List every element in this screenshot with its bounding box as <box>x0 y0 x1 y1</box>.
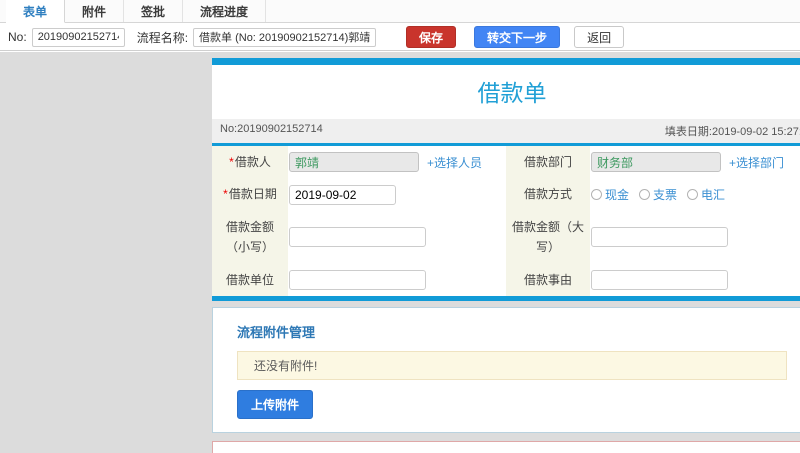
no-label: No: <box>8 30 27 44</box>
radio-icon[interactable] <box>639 189 651 201</box>
no-attachments-notice: 还没有附件! <box>237 350 787 380</box>
radio-option-wire[interactable]: 电汇 <box>687 186 725 203</box>
required-mark: * <box>223 187 228 202</box>
tab-bar: 表单 附件 签批 流程进度 <box>0 0 800 23</box>
panel-bottom-accent-bar <box>212 295 800 301</box>
amount-uppercase-input[interactable] <box>591 227 728 248</box>
borrow-date-field <box>288 178 506 211</box>
borrower-label: *借款人 <box>212 146 288 179</box>
doc-info-bar: No:20190902152714 填表日期:2019-09-02 15:27:… <box>212 119 800 143</box>
radio-icon[interactable] <box>687 189 699 201</box>
radio-icon[interactable] <box>591 189 602 201</box>
borrow-date-input[interactable] <box>289 184 396 205</box>
borrower-input[interactable] <box>289 152 419 173</box>
borrow-unit-field <box>288 263 506 296</box>
panel-top-accent-bar <box>212 58 800 65</box>
attachment-panel: 流程附件管理 还没有附件! 上传附件 <box>212 306 800 433</box>
borrow-method-label: 借款方式 <box>506 178 590 211</box>
toolbar: No: 流程名称: 保存 转交下一步 返回 <box>0 24 800 51</box>
select-department-link[interactable]: +选择部门 <box>729 154 784 171</box>
amount-lowercase-label: 借款金额（小写） <box>212 210 288 264</box>
borrow-date-label: *借款日期 <box>212 178 288 211</box>
upload-attachment-button[interactable]: 上传附件 <box>237 389 314 419</box>
forward-next-step-button[interactable]: 转交下一步 <box>474 26 561 48</box>
tab-process-progress[interactable]: 流程进度 <box>183 0 267 22</box>
radio-option-cash[interactable]: 现金 <box>591 186 629 203</box>
no-input[interactable] <box>31 27 125 47</box>
borrow-reason-field <box>590 263 800 296</box>
department-input[interactable] <box>591 152 721 173</box>
borrow-unit-label: 借款单位 <box>212 263 288 296</box>
amount-lowercase-field <box>288 210 506 264</box>
borrow-method-radio-group: 现金 支票 电汇 <box>591 186 725 203</box>
tab-approval[interactable]: 签批 <box>124 0 184 22</box>
process-name-label: 流程名称: <box>136 30 189 45</box>
amount-uppercase-label: 借款金额（大写） <box>506 210 590 264</box>
borrow-unit-input[interactable] <box>289 269 426 290</box>
page-background: 借款单 No:20190902152714 填表日期:2019-09-02 15… <box>0 52 800 453</box>
form-grid: *借款人 +选择人员 借款部门 +选择部门 *借款日期 借款方式 <box>212 146 800 296</box>
tab-form[interactable]: 表单 <box>6 0 66 23</box>
department-label: 借款部门 <box>506 146 590 179</box>
required-mark: * <box>229 155 234 169</box>
tab-attachments[interactable]: 附件 <box>65 0 125 22</box>
amount-uppercase-field <box>590 210 800 264</box>
page-title: 借款单 <box>477 80 547 106</box>
borrower-field: +选择人员 <box>288 146 506 179</box>
process-name-input[interactable] <box>193 27 377 47</box>
save-button[interactable]: 保存 <box>406 26 457 48</box>
loan-form-panel: 借款单 No:20190902152714 填表日期:2019-09-02 15… <box>212 58 800 301</box>
amount-lowercase-input[interactable] <box>289 227 426 248</box>
attachment-heading: 流程附件管理 <box>237 324 316 340</box>
fill-date: 填表日期:2019-09-02 15:27:1 <box>664 126 800 138</box>
approval-panel: 流程签批意见 B I abc <box>212 440 800 453</box>
borrow-method-field: 现金 支票 电汇 <box>590 178 800 211</box>
borrow-reason-label: 借款事由 <box>506 263 590 296</box>
doc-number: No:20190902152714 <box>220 123 323 135</box>
radio-option-check[interactable]: 支票 <box>639 186 677 203</box>
select-person-link[interactable]: +选择人员 <box>427 154 482 171</box>
back-button[interactable]: 返回 <box>574 26 625 48</box>
borrow-reason-input[interactable] <box>591 269 728 290</box>
department-field: +选择部门 <box>590 146 800 179</box>
